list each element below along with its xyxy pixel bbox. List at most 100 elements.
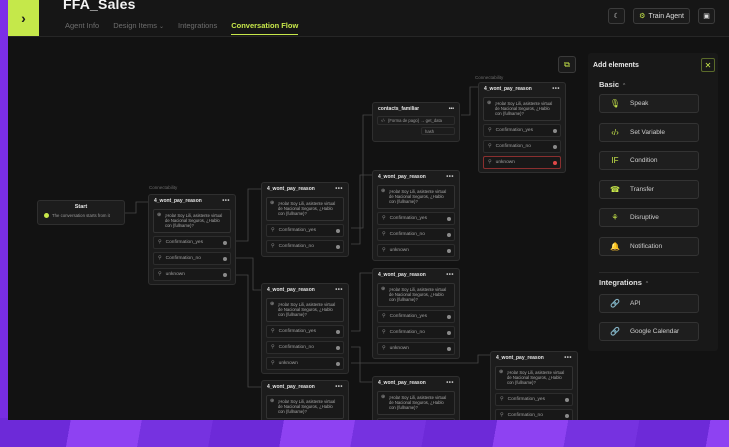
speak-icon: ⊕ <box>270 398 275 404</box>
connector-dot[interactable] <box>223 240 227 245</box>
add-api-button[interactable]: 🔗 API <box>599 294 699 313</box>
tab-integrations[interactable]: Integrations <box>178 21 217 35</box>
connector-dot[interactable] <box>336 228 340 233</box>
more-icon[interactable]: ••• <box>335 186 343 192</box>
start-title: Start <box>74 204 88 210</box>
intent-icon: ⚲ <box>500 412 504 419</box>
code-icon: ‹/› <box>611 127 619 137</box>
node-option[interactable]: ⚲Confirmation_yes <box>266 223 344 237</box>
node-message-text: ¡Hola! Soy Lili, asistente virtual de Na… <box>278 201 336 217</box>
node-option[interactable]: ⚲ Confirmation_no <box>153 251 231 265</box>
speak-icon: ⊕ <box>157 212 162 218</box>
more-icon[interactable]: ••• <box>446 174 454 180</box>
add-set-variable-button[interactable]: ‹/› Set Variable <box>599 122 699 142</box>
element-label: Transfer <box>630 185 654 193</box>
flow-node[interactable]: 4_wont_pay_reason ••• ⊕ ¡Hola! Soy Lili, as… <box>261 283 349 374</box>
node-option[interactable]: ⚲Confirmation_yes <box>153 235 231 249</box>
node-option[interactable]: ⚲Confirmation_yes <box>377 309 455 323</box>
connector-dot[interactable] <box>336 345 340 350</box>
node-option[interactable]: ⚲ Confirmation_no <box>495 408 573 420</box>
connector-dot[interactable] <box>336 361 340 366</box>
theme-toggle-button[interactable]: ☾ <box>608 8 626 24</box>
node-title: 4_wont_pay_reason <box>267 287 315 293</box>
node-option[interactable]: ⚲ Confirmation_no <box>377 325 455 339</box>
start-node[interactable]: Start The conversation starts from it <box>37 200 125 225</box>
more-icon[interactable]: ••• <box>335 384 343 390</box>
node-option[interactable]: ⚲ Confirmation_no <box>483 139 561 153</box>
add-notification-button[interactable]: 🔔 Notification <box>599 236 699 256</box>
more-icon[interactable]: ••• <box>552 86 560 92</box>
basic-section-toggle[interactable]: Basic ⌃ <box>599 80 626 89</box>
train-agent-button[interactable]: ⚙ Train Agent <box>633 8 690 24</box>
flow-layout-button[interactable]: ⧉ <box>558 56 576 73</box>
more-icon[interactable]: ••• <box>446 272 454 278</box>
connector-dot[interactable] <box>447 248 451 253</box>
node-option[interactable]: ⚲ unknown <box>266 356 344 370</box>
contacts-node[interactable]: contacts_familiar ••• ‹/› {Forma de pago} … <box>372 102 460 142</box>
add-transfer-button[interactable]: ☎ Transfer <box>599 179 699 199</box>
flow-node[interactable]: 4_wont_pay_reason ••• ⊕ ¡Hola! Soy Lili, as… <box>148 194 236 285</box>
connector-dot[interactable] <box>565 413 569 418</box>
connector-dot[interactable] <box>223 272 227 277</box>
panel-divider <box>599 272 699 273</box>
close-panel-button[interactable]: ✕ <box>701 58 715 72</box>
connector-dot[interactable] <box>447 346 451 351</box>
node-option[interactable]: ⚲Confirmation_yes <box>377 417 455 420</box>
integrations-section-toggle[interactable]: Integrations ⌃ <box>599 278 649 287</box>
add-disruptive-button[interactable]: ⚘ Disruptive <box>599 208 699 227</box>
connector-dot[interactable] <box>565 397 569 402</box>
node-option[interactable]: ⚲Confirmation_yes <box>377 211 455 225</box>
node-option[interactable]: ⚲ unknown <box>153 267 231 281</box>
node-option[interactable]: ⚲Confirmation_yes <box>495 392 573 406</box>
back-button[interactable]: › <box>8 0 39 36</box>
node-option[interactable]: ⚲Confirmation_yes <box>266 324 344 338</box>
connector-dot[interactable] <box>447 314 451 319</box>
connector-dot[interactable] <box>336 244 340 249</box>
connector-dot[interactable] <box>553 144 557 149</box>
more-icon[interactable]: ••• <box>564 355 572 361</box>
link-icon: 🔗 <box>610 327 620 336</box>
more-icon[interactable]: ••• <box>222 198 230 204</box>
flow-node[interactable]: 4_wont_pay_reason ••• ⊕ ¡Hola! Soy Lili, as… <box>490 351 578 420</box>
flow-canvas[interactable]: Start The conversation starts from it Co… <box>8 37 729 420</box>
node-header: 4_wont_pay_reason ••• <box>373 269 459 281</box>
connector-dot[interactable] <box>223 256 227 261</box>
node-option[interactable]: ⚲ Confirmation_no <box>266 340 344 354</box>
intent-icon: ⚲ <box>500 396 504 403</box>
add-condition-button[interactable]: IF Condition <box>599 151 699 170</box>
add-speak-button[interactable]: 🎙 Speak <box>599 94 699 113</box>
node-header: 4_wont_pay_reason ••• <box>262 183 348 195</box>
flow-node[interactable]: 4_wont_pay_reason ••• ⊕ ¡Hola! Soy Lili, as… <box>261 380 349 420</box>
flow-node[interactable]: 4_wont_pay_reason ••• ⊕ ¡Hola! Soy Lili, as… <box>478 82 566 173</box>
more-icon[interactable]: ••• <box>335 287 343 293</box>
more-icon[interactable]: ••• <box>449 106 454 112</box>
connector-dot[interactable] <box>447 330 451 335</box>
node-option[interactable]: ⚲ unknown <box>377 243 455 257</box>
flow-node[interactable]: 4_wont_pay_reason ••• ⊕ ¡Hola! Soy Lili, as… <box>261 182 349 257</box>
node-title: 4_wont_pay_reason <box>378 380 426 386</box>
node-message: ⊕ ¡Hola! Soy Lili, asistente virtual de N… <box>377 185 455 209</box>
node-option[interactable]: ⚲ Confirmation_no <box>377 227 455 241</box>
node-option[interactable]: ⚲ Confirmation_no <box>266 239 344 253</box>
more-icon[interactable]: ••• <box>446 380 454 386</box>
node-option-label: unknown <box>389 345 409 351</box>
flow-node[interactable]: 4_wont_pay_reason ••• ⊕ ¡Hola! Soy Lili, as… <box>372 376 460 420</box>
chevron-down-icon: ⌄ <box>158 24 165 30</box>
tab-agent-info[interactable]: Agent Info <box>65 21 99 35</box>
connector-dot[interactable] <box>447 216 451 221</box>
tab-design-items[interactable]: Design Items ⌄ <box>113 21 164 35</box>
add-elements-panel: Add elements ✕ Basic ⌃ 🎙 Speak ‹/› Set Varia… <box>588 53 718 351</box>
connector-dot[interactable] <box>553 160 557 165</box>
node-option[interactable]: ⚲ unknown <box>377 341 455 355</box>
tab-conversation-flow[interactable]: Conversation Flow <box>231 21 299 35</box>
node-option[interactable]: ⚲ unknown <box>483 155 561 169</box>
add-google-calendar-button[interactable]: 🔗 Google Calendar <box>599 322 699 341</box>
connector-dot[interactable] <box>553 128 557 133</box>
flow-node[interactable]: 4_wont_pay_reason ••• ⊕ ¡Hola! Soy Lili, as… <box>372 170 460 261</box>
intent-icon: ⚲ <box>271 360 275 367</box>
save-button[interactable]: ▣ <box>698 8 715 24</box>
connector-dot[interactable] <box>447 232 451 237</box>
flow-node[interactable]: 4_wont_pay_reason ••• ⊕ ¡Hola! Soy Lili, as… <box>372 268 460 359</box>
node-option[interactable]: ⚲Confirmation_yes <box>483 123 561 137</box>
connector-dot[interactable] <box>336 329 340 334</box>
